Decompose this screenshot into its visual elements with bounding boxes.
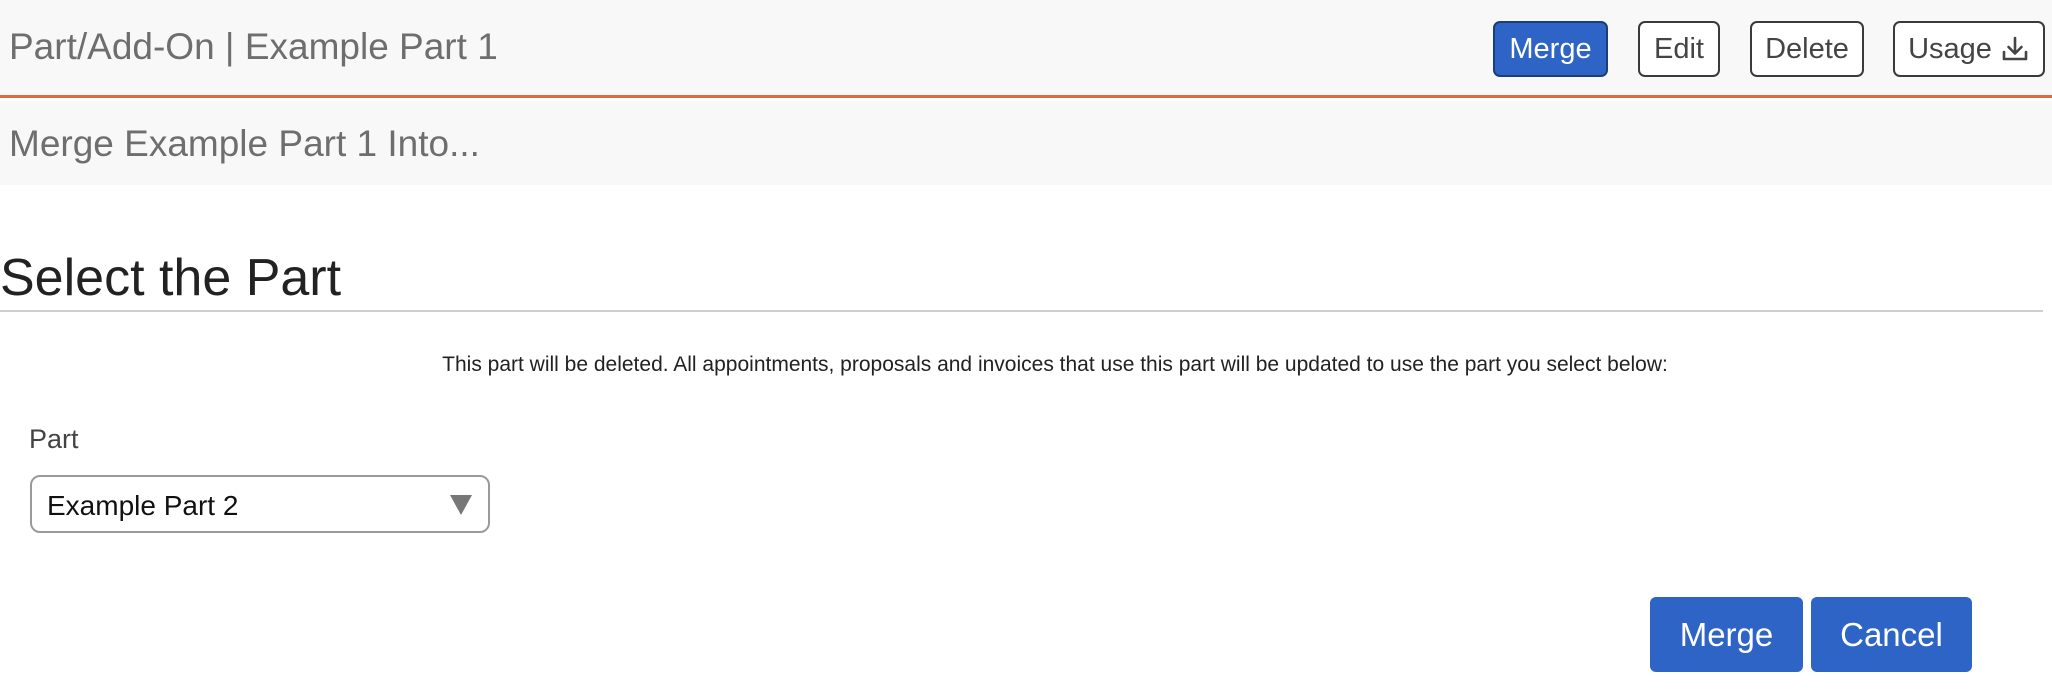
section-title: Select the Part bbox=[0, 249, 342, 307]
usage-button-label: Usage bbox=[1908, 32, 1992, 65]
merge-notice: This part will be deleted. All appointme… bbox=[442, 353, 1668, 376]
part-select[interactable]: Example Part 2 bbox=[30, 475, 490, 533]
delete-button[interactable]: Delete bbox=[1750, 21, 1864, 77]
page-header: Part/Add-On | Example Part 1 Merge Edit … bbox=[0, 0, 2052, 98]
cancel-button[interactable]: Cancel bbox=[1811, 597, 1972, 672]
merge-tab-button[interactable]: Merge bbox=[1493, 21, 1608, 77]
merge-subheader: Merge Example Part 1 Into... bbox=[0, 101, 2052, 185]
page-title: Part/Add-On | Example Part 1 bbox=[9, 26, 498, 67]
edit-button[interactable]: Edit bbox=[1638, 21, 1720, 77]
part-field-label: Part bbox=[29, 424, 79, 454]
merge-button[interactable]: Merge bbox=[1650, 597, 1803, 672]
usage-button[interactable]: Usage bbox=[1893, 21, 2045, 77]
download-icon bbox=[2000, 34, 2030, 64]
merge-part-page: Part/Add-On | Example Part 1 Merge Edit … bbox=[0, 0, 2052, 698]
subheader-title: Merge Example Part 1 Into... bbox=[9, 123, 480, 164]
triangle-down-icon bbox=[450, 495, 472, 515]
part-select-value: Example Part 2 bbox=[47, 490, 239, 521]
section-divider bbox=[0, 310, 2043, 312]
